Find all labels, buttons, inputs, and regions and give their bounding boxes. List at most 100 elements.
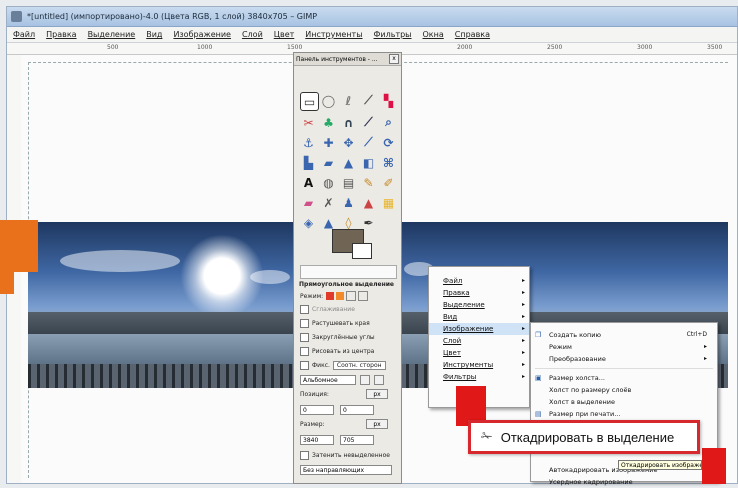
zoom-icon[interactable]: ⌕ (380, 114, 397, 131)
context-item-image[interactable]: Изображение ▸ (429, 323, 529, 335)
gradient-icon[interactable]: ▤ (340, 174, 357, 191)
draw-from-center-option[interactable]: Рисовать из центра (300, 347, 374, 356)
foreground-select-icon[interactable]: ♣ (320, 114, 337, 131)
crop-icon[interactable]: ⟋ (360, 134, 377, 151)
submenu-print-size[interactable]: ▤ Размер при печати... (531, 408, 717, 420)
fixed-option[interactable]: Фикс. Соотн. сторон (300, 361, 386, 370)
align-icon[interactable]: ✥ (340, 134, 357, 151)
color-select-icon[interactable]: ▚ (380, 92, 397, 109)
ruler-tick: 3000 (637, 44, 653, 51)
size-unit-select[interactable]: px (366, 419, 388, 429)
highlight-option[interactable]: Затенить невыделенное (300, 451, 390, 460)
pencil-icon[interactable]: ✎ (360, 174, 377, 191)
mode-add-icon[interactable] (336, 292, 345, 300)
size-height-field[interactable]: 705 (340, 435, 374, 445)
menu-help[interactable]: Справка (455, 30, 490, 39)
context-item-filters[interactable]: Фильтры ▸ (429, 371, 529, 383)
position-unit-select[interactable]: px (366, 389, 388, 399)
perspective-icon[interactable]: ▲ (340, 154, 357, 171)
menu-item-label: Размер при печати... (549, 410, 621, 418)
bucket-fill-icon[interactable]: ◍ (320, 174, 337, 191)
scissors-icon[interactable]: ✂ (300, 114, 317, 131)
context-item-color[interactable]: Цвет ▸ (429, 347, 529, 359)
submenu-canvas-size[interactable]: ▣ Размер холста... (531, 372, 717, 384)
airbrush-icon[interactable]: ✗ (320, 194, 337, 211)
antialias-option[interactable]: Сглаживание (300, 305, 355, 314)
rect-select-icon[interactable]: ▭ (300, 92, 319, 111)
portrait-button[interactable] (360, 375, 370, 385)
menu-file[interactable]: Файл (13, 30, 35, 39)
submenu-fit-canvas-selection[interactable]: Холст в выделение (531, 396, 717, 408)
ruler-tick: 1000 (197, 44, 213, 51)
aspect-field[interactable]: Альбомное (300, 375, 356, 385)
paintbrush-icon[interactable]: ✐ (380, 174, 397, 191)
context-item-edit[interactable]: Правка ▸ (429, 287, 529, 299)
mode-replace-icon[interactable] (326, 292, 335, 300)
cage-icon[interactable]: ⌘ (380, 154, 397, 171)
flip-icon[interactable]: ◧ (360, 154, 377, 171)
submenu-transform[interactable]: Преобразование ▸ (531, 353, 717, 365)
paths-icon[interactable]: ∩ (340, 114, 357, 131)
text-tool-icon[interactable]: A (300, 174, 317, 191)
context-item-select[interactable]: Выделение ▸ (429, 299, 529, 311)
arrow-right-icon: ▸ (521, 301, 525, 308)
shear-icon[interactable]: ▰ (320, 154, 337, 171)
mode-intersect-icon[interactable] (358, 291, 369, 301)
close-icon[interactable]: x (389, 54, 399, 64)
arrow-right-icon: ▸ (703, 343, 707, 350)
position-x-field[interactable]: 0 (300, 405, 334, 415)
menu-view[interactable]: Вид (146, 30, 162, 39)
eraser-icon[interactable]: ▰ (300, 194, 317, 211)
lasso-icon[interactable]: ℓ (340, 92, 357, 109)
toolbox-tab-area[interactable] (300, 265, 397, 279)
menu-item-label: Инструменты (443, 361, 494, 369)
submenu-duplicate[interactable]: ❐ Создать копию Ctrl+D (531, 329, 717, 341)
submenu-zealous-crop[interactable]: Усердное кадрирование (531, 476, 717, 488)
menu-select[interactable]: Выделение (88, 30, 136, 39)
perspective-clone-icon[interactable]: ◈ (300, 214, 317, 231)
checkbox[interactable] (300, 451, 309, 460)
option-label: Рисовать из центра (312, 348, 375, 355)
context-item-file[interactable]: Файл ▸ (429, 275, 529, 287)
background-color-swatch[interactable] (352, 243, 372, 259)
scale-icon[interactable]: ▙ (300, 154, 317, 171)
context-item-layer[interactable]: Слой ▸ (429, 335, 529, 347)
mode-subtract-icon[interactable] (346, 291, 357, 301)
checkbox[interactable] (300, 333, 309, 342)
menu-windows[interactable]: Окна (423, 30, 444, 39)
feather-option[interactable]: Растушевать края (300, 319, 370, 328)
checkbox[interactable] (300, 319, 309, 328)
guides-dropdown[interactable]: Без направляющих (300, 465, 392, 475)
menu-edit[interactable]: Правка (46, 30, 76, 39)
checkbox[interactable] (300, 361, 309, 370)
color-picker-icon[interactable]: ⟋ (360, 114, 377, 131)
arrow-right-icon: ▸ (521, 289, 525, 296)
checkbox[interactable] (300, 305, 309, 314)
fuzzy-select-icon[interactable]: ⟋ (360, 92, 377, 109)
menu-layer[interactable]: Слой (242, 30, 263, 39)
fixed-dropdown[interactable]: Соотн. сторон (332, 361, 386, 370)
rotate-icon[interactable]: ⟳ (380, 134, 397, 151)
duplicate-icon: ❐ (535, 331, 542, 339)
option-label: Закруглённые углы (312, 334, 375, 341)
ellipse-select-icon[interactable]: ◯ (320, 92, 337, 109)
size-width-field[interactable]: 3840 (300, 435, 334, 445)
crop-to-selection-callout[interactable]: ✁ Откадрировать в выделение (468, 420, 700, 454)
menu-filters[interactable]: Фильтры (374, 30, 412, 39)
menu-tools[interactable]: Инструменты (305, 30, 362, 39)
clone-icon[interactable]: ♟ (340, 194, 357, 211)
checkbox[interactable] (300, 347, 309, 356)
heal-icon[interactable]: ▲ (360, 194, 377, 211)
submenu-mode[interactable]: Режим ▸ (531, 341, 717, 353)
smudge-icon[interactable]: ▦ (380, 194, 397, 211)
position-y-field[interactable]: 0 (340, 405, 374, 415)
landscape-button[interactable] (374, 375, 384, 385)
menu-color[interactable]: Цвет (274, 30, 295, 39)
menu-image[interactable]: Изображение (173, 30, 231, 39)
rounded-corners-option[interactable]: Закруглённые углы (300, 333, 375, 342)
context-item-tools[interactable]: Инструменты ▸ (429, 359, 529, 371)
move-icon[interactable]: ✚ (320, 134, 337, 151)
measure-icon[interactable]: ⚓ (300, 134, 317, 151)
submenu-fit-canvas-layers[interactable]: Холст по размеру слоёв (531, 384, 717, 396)
context-item-view[interactable]: Вид ▸ (429, 311, 529, 323)
